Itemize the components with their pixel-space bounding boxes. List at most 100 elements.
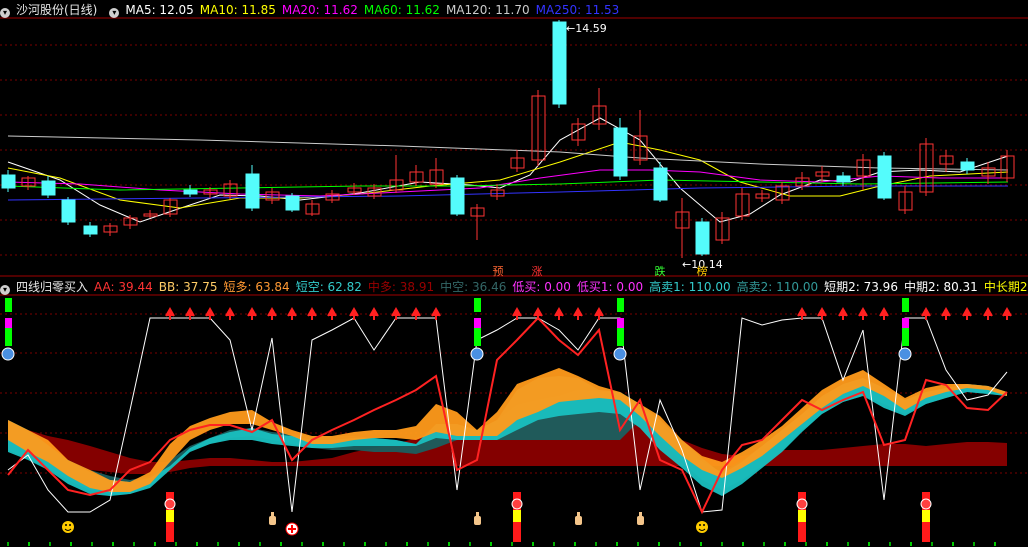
- ball-icon: [164, 498, 176, 510]
- event-tag: 跌: [655, 264, 666, 278]
- legend-item: 中长期2: 82.35: [983, 280, 1028, 294]
- legend-item: 短空: 62.82: [295, 280, 362, 294]
- ball-icon: [796, 498, 808, 510]
- indicator-legend: ▾ 四线归零买入 AA: 39.44 BB: 37.75 短多: 63.84 短空: 62…: [0, 278, 1028, 296]
- price-labels: ←14.59←10.14预涨跌榜: [493, 22, 723, 278]
- legend-item: 短多: 63.84: [223, 280, 290, 294]
- signal-bar-green: [474, 328, 481, 346]
- legend-item: MA250: 11.53: [535, 3, 620, 17]
- signal-bar-green: [617, 328, 624, 346]
- signal-bar-magenta: [474, 318, 481, 328]
- ma5-line: [7, 117, 1009, 223]
- candle-body: [450, 177, 465, 215]
- candle-body: [1, 174, 16, 189]
- candle-body: [61, 199, 76, 223]
- event-tag: 榜: [697, 264, 708, 278]
- legend-item: BB: 37.75: [158, 280, 218, 294]
- buy-arrow-icon: [983, 306, 993, 320]
- legend-item: 中空: 36.46: [440, 280, 507, 294]
- ball-icon: [898, 347, 912, 361]
- high-price-label: ←14.59: [566, 22, 607, 35]
- legend-item: MA20: 11.62: [281, 3, 358, 17]
- legend-item: 高卖1: 110.00: [649, 280, 731, 294]
- buy-arrow-icon: [327, 306, 337, 320]
- hand-pointer-icon: [575, 512, 582, 525]
- legend-item: AA: 39.44: [94, 280, 153, 294]
- buy-arrow-icon: [858, 306, 868, 320]
- candle-body: [41, 180, 56, 196]
- legend-item: MA120: 11.70: [445, 3, 530, 17]
- buy-arrow-icon: [573, 306, 583, 320]
- signal-bar-magenta: [617, 318, 624, 328]
- ma120-line: [7, 135, 1009, 171]
- smiley-icon: [696, 521, 708, 533]
- buy-arrow-icon: [1002, 306, 1012, 320]
- hand-pointer-icon: [637, 512, 644, 525]
- candle-body: [552, 21, 567, 105]
- candle-body: [183, 189, 198, 195]
- event-tag: 预: [493, 265, 504, 278]
- indicator-drawing: [7, 316, 1008, 515]
- buy-arrow-icon: [225, 306, 235, 320]
- signal-bar-green: [474, 298, 481, 312]
- legend-item: MA5: 12.05: [125, 3, 194, 17]
- candle-body: [836, 175, 851, 183]
- legend-item: 低买1: 0.00: [576, 280, 644, 294]
- candle-body: [245, 173, 260, 209]
- main-title: 沙河股份(日线): [16, 3, 98, 17]
- candle-body: [613, 127, 628, 177]
- ma250-line: [7, 185, 1008, 201]
- signal-bar-yellow: [513, 510, 521, 522]
- signal-bar-green: [902, 328, 909, 346]
- signal-bar-green: [5, 298, 12, 312]
- buy-arrow-icon: [287, 306, 297, 320]
- legend-item: 短期2: 73.96: [824, 280, 898, 294]
- collapse-icon[interactable]: ▾: [0, 8, 10, 18]
- dropdown-icon[interactable]: ▾: [109, 8, 120, 18]
- candle-body: [695, 221, 710, 255]
- legend-item: MA60: 11.62: [363, 3, 440, 17]
- signal-bar-yellow: [166, 510, 174, 522]
- ma60-line: [7, 179, 1009, 191]
- event-tag: 涨: [532, 265, 543, 278]
- buy-arrow-icon: [247, 306, 257, 320]
- signal-bar-green: [5, 328, 12, 346]
- main-legend: ▾ 沙河股份(日线) ▾ MA5: 12.05 MA10: 11.85 MA20: 11.…: [0, 1, 1028, 19]
- candle-body: [83, 225, 98, 235]
- hand-pointer-icon: [474, 512, 481, 525]
- moving-average-lines: [7, 117, 1009, 223]
- hand-pointer-icon: [269, 512, 276, 525]
- signal-bar-yellow: [798, 510, 806, 522]
- buy-arrow-icon: [267, 306, 277, 320]
- candle-body: [285, 195, 300, 211]
- buy-arrow-icon: [879, 306, 889, 320]
- candle-body: [877, 155, 892, 199]
- candle-body: [653, 167, 668, 201]
- buy-arrow-icon: [838, 306, 848, 320]
- collapse-icon[interactable]: ▾: [0, 285, 10, 295]
- ball-icon: [511, 498, 523, 510]
- buy-arrow-icon: [962, 306, 972, 320]
- signal-bar-green: [902, 298, 909, 312]
- legend-item: 中多: 38.91: [367, 280, 435, 294]
- buy-arrow-icon: [307, 306, 317, 320]
- indicator-title: 四线归零买入: [16, 280, 89, 294]
- legend-item: 低买: 0.00: [512, 280, 571, 294]
- signal-bar-green: [617, 298, 624, 312]
- signal-bar-yellow: [922, 510, 930, 522]
- candle-body: [960, 161, 975, 171]
- signal-bar-magenta: [5, 318, 12, 328]
- ball-icon: [920, 498, 932, 510]
- plus-circle-icon: [285, 522, 299, 536]
- buy-arrow-icon: [349, 306, 359, 320]
- ball-icon: [470, 347, 484, 361]
- legend-item: MA10: 11.85: [199, 3, 276, 17]
- ball-icon: [613, 347, 627, 361]
- buy-arrow-icon: [554, 306, 564, 320]
- buy-arrow-icon: [941, 306, 951, 320]
- legend-item: 高卖2: 110.00: [736, 280, 819, 294]
- ma20-line: [7, 169, 1008, 197]
- buy-arrow-icon: [369, 306, 379, 320]
- smiley-icon: [62, 521, 74, 533]
- stock-chart[interactable]: ←14.59←10.14预涨跌榜: [0, 0, 1028, 547]
